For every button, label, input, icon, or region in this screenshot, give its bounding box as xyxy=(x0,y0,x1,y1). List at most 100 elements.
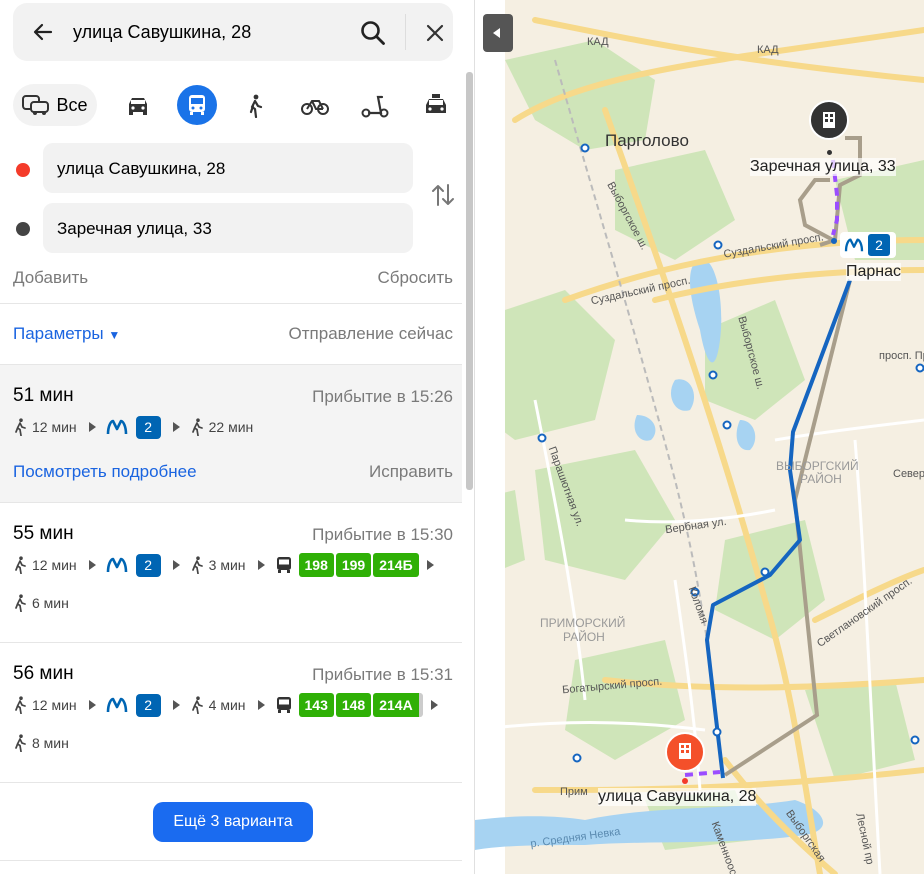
route-arrival: Прибытие в 15:30 xyxy=(312,525,453,544)
destination-map-label: Заречная улица, 33 xyxy=(750,158,896,176)
destination-point-icon xyxy=(16,222,30,236)
arrow-right-icon xyxy=(426,560,434,570)
arrow-right-icon xyxy=(172,560,180,570)
walk-icon xyxy=(15,556,26,574)
map-label: Прим xyxy=(560,786,588,798)
route-segments: 12 мин 2 4 мин 143 148 214А xyxy=(13,693,448,717)
map-label-district: РАЙОН xyxy=(563,630,605,644)
departure-time[interactable]: Отправление сейчас xyxy=(289,324,453,344)
divider xyxy=(0,782,462,783)
search-input[interactable]: улица Савушкина, 28 xyxy=(73,22,251,43)
dropdown-caret-icon: ▼ xyxy=(108,328,121,342)
walk-duration: 6 мин xyxy=(32,595,69,611)
metro-icon xyxy=(106,419,127,435)
map-label-district: РАЙОН xyxy=(800,472,842,486)
metro-line-badge: 2 xyxy=(135,693,161,717)
car-bus-icon xyxy=(22,95,50,115)
map-label: Северн xyxy=(893,468,924,480)
origin-point-icon xyxy=(16,163,30,177)
walk-duration: 4 мин xyxy=(208,697,246,713)
search-separator xyxy=(405,14,406,50)
metro-icon xyxy=(844,238,864,252)
route-gray-segment xyxy=(797,178,834,242)
metro-line-badge: 2 xyxy=(868,234,890,256)
map-label: КАД xyxy=(587,36,609,48)
walk-duration: 3 мин xyxy=(208,557,246,573)
map-label: просп. Пр xyxy=(879,350,924,362)
walk-duration: 12 мин xyxy=(32,419,77,435)
close-icon[interactable] xyxy=(425,23,445,43)
divider xyxy=(0,860,462,861)
more-routes-button[interactable]: Ещё 3 варианта xyxy=(153,802,313,842)
mode-all-label: Все xyxy=(56,94,88,115)
bus-number-badge: 214Б xyxy=(373,553,419,577)
bus-number-badge: 143 xyxy=(298,693,334,717)
route-option-2[interactable]: 55 мин Прибытие в 15:30 12 мин 2 3 мин 1… xyxy=(0,503,462,641)
arrow-right-icon xyxy=(172,700,180,710)
walk-duration: 8 мин xyxy=(32,735,69,751)
origin-field[interactable]: улица Савушкина, 28 xyxy=(43,143,413,193)
search-bar[interactable]: улица Савушкина, 28 xyxy=(13,3,453,61)
map-label-pargolovo: Парголово xyxy=(605,131,689,150)
origin-pin[interactable] xyxy=(665,732,705,772)
map-view[interactable]: КАД КАД Парголово Выборгское ш. Суздальс… xyxy=(475,0,924,874)
walk-duration: 12 мин xyxy=(32,697,77,713)
route-option-3[interactable]: 56 мин Прибытие в 15:31 12 мин 2 4 мин 1… xyxy=(0,643,462,781)
reset-link[interactable]: Сбросить xyxy=(377,268,453,288)
building-icon xyxy=(823,112,835,128)
arrow-right-icon xyxy=(257,700,265,710)
add-point-link[interactable]: Добавить xyxy=(13,268,88,288)
walk-icon xyxy=(15,696,26,714)
walk-icon xyxy=(15,734,26,752)
bus-number-badge: 148 xyxy=(335,693,372,717)
bike-icon[interactable] xyxy=(301,96,329,116)
route-duration: 55 мин xyxy=(13,523,74,544)
route-duration: 56 мин xyxy=(13,663,74,684)
walk-icon xyxy=(191,418,203,436)
metro-icon xyxy=(106,557,127,573)
fix-link[interactable]: Исправить xyxy=(369,462,453,482)
route-segments-line-2: 8 мин xyxy=(13,731,69,755)
params-label: Параметры xyxy=(13,324,104,343)
back-arrow-icon[interactable] xyxy=(31,20,55,44)
route-option-1[interactable]: 51 мин Прибытие в 15:26 12 мин 2 22 мин … xyxy=(0,365,462,502)
divider xyxy=(0,303,462,304)
details-link[interactable]: Посмотреть подробнее xyxy=(13,462,197,482)
destination-field[interactable]: Заречная улица, 33 xyxy=(43,203,413,253)
origin-map-label: улица Савушкина, 28 xyxy=(598,788,757,806)
car-icon[interactable] xyxy=(125,95,151,117)
walk-icon xyxy=(191,556,203,574)
bus-icon xyxy=(276,557,291,573)
arrow-right-icon xyxy=(88,700,96,710)
bus-icon xyxy=(276,697,291,713)
route-segments-line-2: 6 мин xyxy=(13,591,69,615)
arrow-right-icon xyxy=(172,422,180,432)
metro-station-badge[interactable]: 2 xyxy=(840,232,896,258)
walk-duration: 12 мин xyxy=(32,557,77,573)
building-icon xyxy=(679,743,691,759)
arrow-right-icon xyxy=(88,560,96,570)
mode-all-button[interactable]: Все xyxy=(13,84,97,126)
walk-icon xyxy=(15,418,26,436)
metro-line-badge: 2 xyxy=(135,553,161,577)
bus-mode-button[interactable] xyxy=(177,85,217,125)
walk-duration: 22 мин xyxy=(208,419,254,435)
collapse-panel-button[interactable] xyxy=(483,14,513,52)
scooter-icon[interactable] xyxy=(361,94,389,118)
map-label-district: ПРИМОРСКИЙ xyxy=(540,616,626,630)
params-dropdown[interactable]: Параметры ▼ xyxy=(13,324,120,344)
map-edge xyxy=(475,0,505,874)
scrollbar-thumb[interactable] xyxy=(466,72,473,490)
taxi-icon[interactable] xyxy=(423,93,449,117)
metro-station-label: Парнас xyxy=(846,263,902,281)
search-icon[interactable] xyxy=(359,19,387,47)
bus-number-badge: 198 xyxy=(298,553,334,577)
destination-pin[interactable] xyxy=(809,100,849,140)
swap-icon[interactable] xyxy=(430,183,456,207)
walk-icon[interactable] xyxy=(247,94,263,118)
route-panel: улица Савушкина, 28 Все улица Савушкина,… xyxy=(0,0,474,874)
route-arrival: Прибытие в 15:31 xyxy=(312,665,453,684)
transport-modes: Все xyxy=(13,84,458,128)
arrow-right-icon xyxy=(257,560,265,570)
route-arrival: Прибытие в 15:26 xyxy=(312,387,453,406)
